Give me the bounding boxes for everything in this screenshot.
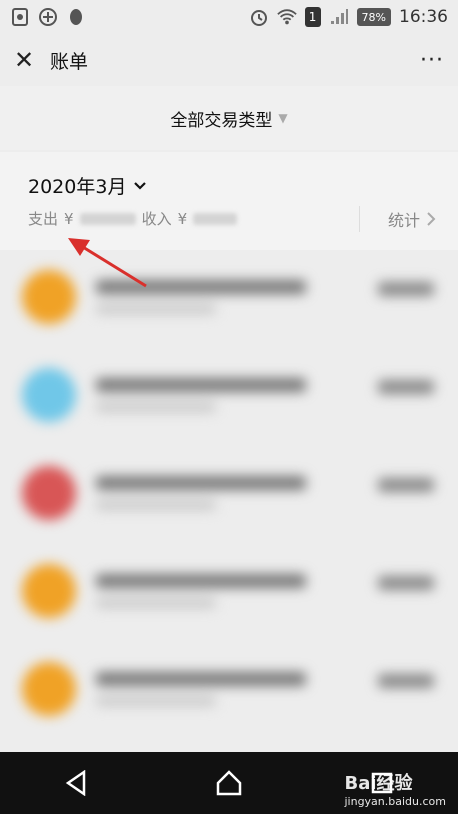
signal-icon [329, 7, 349, 27]
transaction-time-blurred [96, 500, 216, 510]
transaction-time-blurred [96, 696, 216, 706]
income-label: 收入 [141, 210, 172, 228]
merchant-name-blurred [96, 280, 306, 294]
merchant-avatar [22, 368, 76, 422]
month-selector[interactable]: 2020年3月 [28, 172, 147, 199]
merchant-name-blurred [96, 574, 306, 588]
add-circle-icon [38, 7, 58, 27]
sim-card-icon: 1 [304, 7, 321, 27]
transaction-row-blurred-content [10, 350, 448, 448]
chevron-down-icon [134, 181, 147, 190]
transaction-row-blurred-content [10, 644, 448, 742]
statistics-label: 统计 [387, 211, 420, 230]
expense-currency: ¥ [64, 209, 74, 228]
merchant-avatar [22, 466, 76, 520]
transaction-row[interactable] [10, 350, 448, 448]
merchant-name-blurred [96, 476, 306, 490]
merchant-avatar [22, 662, 76, 716]
amount-blurred [378, 576, 434, 590]
more-options-icon[interactable]: ··· [420, 48, 444, 73]
statistics-button[interactable]: 统计 [358, 206, 436, 232]
watermark-brand: Bai [344, 773, 377, 794]
clock: 16:36 [399, 7, 448, 27]
title-bar: ✕ 账单 ··· [0, 34, 458, 86]
amount-blurred [378, 380, 434, 394]
battery-indicator: 78% [356, 8, 391, 26]
transaction-row-blurred-content [10, 546, 448, 644]
back-icon[interactable] [56, 763, 96, 803]
amount-blurred [378, 478, 434, 492]
filter-label: 全部交易类型 [170, 110, 273, 131]
transaction-row[interactable] [10, 448, 448, 546]
expense-label: 支出 [28, 210, 59, 228]
home-icon[interactable] [209, 763, 249, 803]
baidu-watermark: Bai经验 jingyan.baidu.com [344, 769, 446, 808]
transaction-row[interactable] [10, 252, 448, 350]
merchant-avatar [22, 564, 76, 618]
chevron-right-icon [427, 212, 436, 226]
month-summary: 2020年3月 支出 ¥ 收入 ¥ 统计 [0, 152, 458, 250]
transaction-row[interactable] [10, 546, 448, 644]
amount-blurred [378, 282, 434, 296]
transaction-row-blurred-content [10, 252, 448, 350]
alarm-icon [249, 7, 269, 27]
transaction-time-blurred [96, 304, 216, 314]
expense-income-summary: 支出 ¥ 收入 ¥ [28, 208, 238, 229]
transaction-time-blurred [96, 402, 216, 412]
system-nav-bar: Bai经验 jingyan.baidu.com [0, 752, 458, 814]
qq-icon [66, 7, 86, 27]
status-bar: 1 78% 16:36 [0, 0, 458, 34]
watermark-product: 经验 [376, 773, 413, 794]
transaction-list [10, 252, 448, 750]
expense-amount-blurred [79, 212, 136, 225]
wifi-icon [276, 7, 297, 27]
amount-blurred [378, 674, 434, 688]
transaction-time-blurred [96, 598, 216, 608]
merchant-name-blurred [96, 672, 306, 686]
transaction-type-filter[interactable]: 全部交易类型 ▼ [0, 86, 458, 150]
income-currency: ¥ [177, 209, 188, 228]
income-amount-blurred [193, 212, 238, 225]
merchant-avatar [22, 270, 76, 324]
close-icon[interactable]: ✕ [14, 46, 44, 74]
caret-down-icon: ▼ [278, 111, 288, 125]
merchant-name-blurred [96, 378, 306, 392]
page-title: 账单 [50, 50, 89, 73]
transaction-row-blurred-content [10, 448, 448, 546]
transaction-row[interactable] [10, 644, 448, 742]
notification-icon [10, 7, 30, 27]
watermark-url: jingyan.baidu.com [344, 795, 446, 808]
month-label: 2020年3月 [28, 176, 127, 198]
